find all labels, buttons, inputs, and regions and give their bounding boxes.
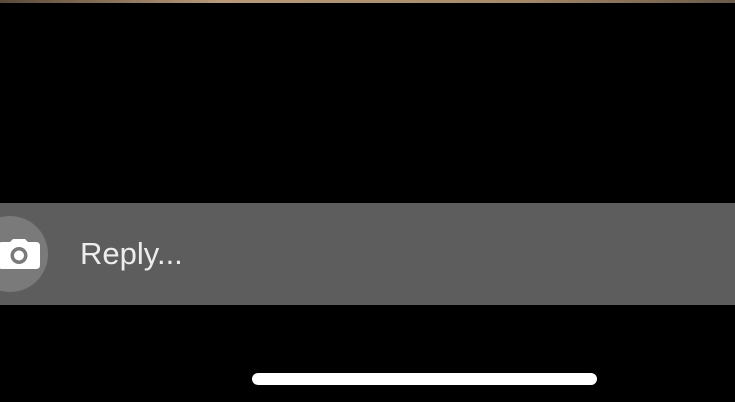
reply-bar: [0, 203, 735, 305]
camera-icon: [0, 239, 40, 269]
home-indicator: [252, 373, 597, 385]
story-reply-screen: [0, 0, 735, 402]
reply-input[interactable]: [80, 203, 720, 305]
camera-button[interactable]: [0, 216, 48, 292]
top-edge-highlight: [0, 0, 735, 3]
